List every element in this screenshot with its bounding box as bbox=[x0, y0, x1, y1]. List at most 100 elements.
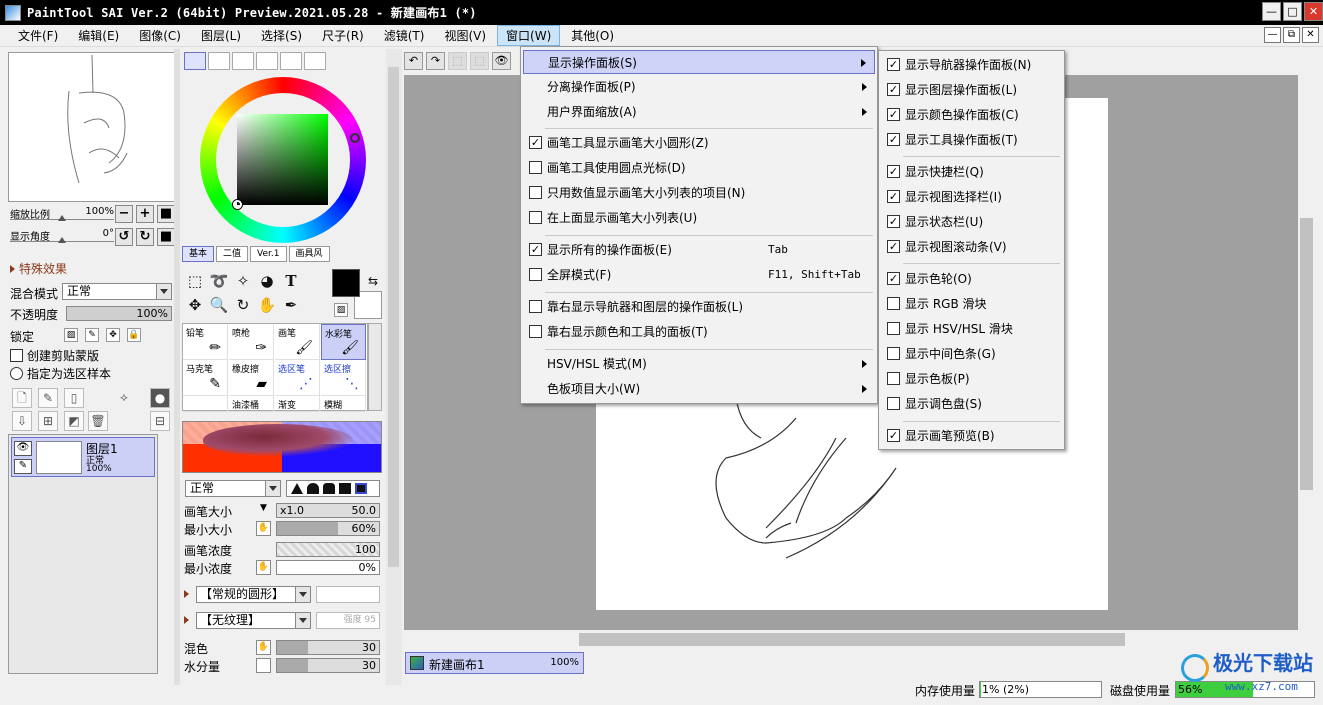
lasso-icon[interactable]: ➰ bbox=[208, 271, 230, 293]
panel-menu-item[interactable]: ✓ 显示导航器操作面板(N) bbox=[881, 53, 1062, 77]
shape-pointed-icon[interactable] bbox=[291, 483, 303, 494]
scratchpad-tab-icon[interactable] bbox=[304, 52, 326, 70]
brush-airbrush[interactable]: 喷枪 ✑ bbox=[229, 324, 274, 360]
brush-shape-strength[interactable] bbox=[316, 586, 380, 603]
panel-menu-item[interactable]: ✓ 显示视图滚动条(V) bbox=[881, 235, 1062, 259]
panel-menu-item[interactable]: ✓ 显示状态栏(U) bbox=[881, 210, 1062, 234]
menu-window[interactable]: 窗口(W) bbox=[497, 25, 561, 46]
clipping-mask-checkbox[interactable]: 创建剪贴蒙版 bbox=[10, 347, 99, 364]
tab-art-style[interactable]: 画具风 bbox=[288, 246, 330, 262]
min-size-slider[interactable]: 60% bbox=[276, 521, 380, 536]
layer-transform-icon[interactable]: ⟡ bbox=[114, 388, 134, 408]
panel-menu-item[interactable]: 显示调色盘(S) bbox=[881, 392, 1062, 416]
doc-restore-button[interactable]: ⧉ bbox=[1283, 27, 1300, 43]
chevron-down-icon[interactable]: ▼ bbox=[260, 503, 267, 513]
brush-selection-pen[interactable]: 选区笔 ⋰ bbox=[275, 360, 320, 396]
panel-menu-item[interactable]: 显示 RGB 滑块 bbox=[881, 292, 1062, 316]
brush-brush[interactable]: 画笔 🖌 bbox=[275, 324, 320, 360]
canvas-horizontal-scrollbar[interactable] bbox=[404, 631, 1298, 648]
zoom-slider[interactable]: 缩放比例 100% bbox=[10, 206, 114, 224]
window-menu-item[interactable]: 在上面显示画笔大小列表(U) bbox=[523, 206, 875, 230]
apply-mask-icon[interactable]: ⊟ bbox=[150, 411, 170, 431]
selection-source-radio[interactable]: 指定为选区样本 bbox=[10, 365, 111, 382]
invert-selection-icon[interactable]: ⬚ bbox=[470, 52, 489, 70]
merge-down-icon[interactable]: ⊞ bbox=[38, 411, 58, 431]
brush-mode-select[interactable]: 正常 bbox=[185, 480, 281, 497]
panel-menu-item[interactable]: 显示色板(P) bbox=[881, 367, 1062, 391]
menu-ruler[interactable]: 尺子(R) bbox=[313, 25, 373, 46]
minimize-button[interactable]: — bbox=[1262, 2, 1281, 21]
text-tool-icon[interactable]: T bbox=[280, 271, 302, 293]
menu-layer[interactable]: 图层(L) bbox=[192, 25, 250, 46]
panel-menu-item[interactable]: ✓ 显示画笔预览(B) bbox=[881, 424, 1062, 448]
hand-icon[interactable]: ✋ bbox=[256, 295, 278, 317]
window-menu-item[interactable]: 靠右显示颜色和工具的面板(T) bbox=[523, 320, 875, 344]
panel-menu-item[interactable]: 显示 HSV/HSL 滑块 bbox=[881, 317, 1062, 341]
pressure-lock-icon[interactable]: ✋ bbox=[256, 560, 271, 575]
color-wheel[interactable] bbox=[200, 77, 366, 243]
window-menu-item[interactable]: 靠右显示导航器和图层的操作面板(L) bbox=[523, 295, 875, 319]
panel-menu-item[interactable]: 显示中间色条(G) bbox=[881, 342, 1062, 366]
water-slider[interactable]: 30 bbox=[276, 658, 380, 673]
pen-icon[interactable]: ✎ bbox=[14, 459, 32, 474]
lock-move-icon[interactable]: ✥ bbox=[106, 328, 120, 342]
rotate-left-icon[interactable]: ↺ bbox=[115, 228, 133, 246]
window-menu-item[interactable]: HSV/HSL 模式(M) bbox=[523, 352, 875, 376]
hue-marker[interactable] bbox=[350, 133, 360, 143]
menu-edit[interactable]: 编辑(E) bbox=[69, 25, 128, 46]
rotate-reset-icon[interactable]: ■ bbox=[157, 228, 175, 246]
layer-mask-icon[interactable]: ● bbox=[150, 388, 170, 408]
menu-select[interactable]: 选择(S) bbox=[252, 25, 311, 46]
undo-icon[interactable]: ↶ bbox=[404, 52, 423, 70]
pressure-lock-icon[interactable]: ✋ bbox=[256, 521, 271, 536]
window-menu-item[interactable]: 用户界面缩放(A) bbox=[523, 100, 875, 124]
lock-all-icon[interactable]: 🔒 bbox=[127, 328, 141, 342]
swap-colors-icon[interactable]: ⇆ bbox=[362, 271, 384, 293]
angle-slider[interactable]: 显示角度 0° bbox=[10, 228, 114, 246]
clear-layer-icon[interactable]: ◩ bbox=[64, 411, 84, 431]
brush-grid-scrollbar[interactable] bbox=[368, 323, 382, 411]
blend-mode-select[interactable]: 正常 bbox=[62, 283, 172, 300]
brush-blur[interactable]: 模糊 bbox=[321, 396, 366, 412]
canvas-vertical-scrollbar[interactable] bbox=[1298, 75, 1315, 630]
rgb-slider-tab-icon[interactable] bbox=[208, 52, 230, 70]
panel-menu-item[interactable]: ✓ 显示颜色操作面板(C) bbox=[881, 103, 1062, 127]
shape-icon[interactable]: ◕ bbox=[256, 271, 278, 293]
rotate-icon[interactable]: ↻ bbox=[232, 295, 254, 317]
brush-eraser[interactable]: 橡皮擦 ▰ bbox=[229, 360, 274, 396]
maximize-button[interactable]: □ bbox=[1283, 2, 1302, 21]
navigator-preview[interactable] bbox=[8, 52, 176, 202]
panel-menu-item[interactable]: ✓ 显示色轮(O) bbox=[881, 267, 1062, 291]
color-wheel-tab-icon[interactable] bbox=[184, 52, 206, 70]
brush-shape-select[interactable]: 【常规的圆形】 bbox=[196, 586, 311, 603]
delete-layer-icon[interactable]: 🗑 bbox=[88, 411, 108, 431]
menu-image[interactable]: 图像(C) bbox=[130, 25, 190, 46]
brush-marker[interactable]: 马克笔 ✎ bbox=[183, 360, 228, 396]
menu-other[interactable]: 其他(O) bbox=[562, 25, 623, 46]
lock-transparency-icon[interactable]: ▨ bbox=[64, 328, 78, 342]
brush-watercolor[interactable]: 水彩笔 🖌 bbox=[321, 324, 366, 360]
shape-square-icon[interactable] bbox=[355, 483, 367, 494]
transfer-down-icon[interactable]: ⇩ bbox=[12, 411, 32, 431]
scrollbar-thumb[interactable] bbox=[388, 67, 399, 567]
magic-wand-icon[interactable]: ✧ bbox=[232, 271, 254, 293]
window-menu-item[interactable]: 分离操作面板(P) bbox=[523, 75, 875, 99]
window-menu-item[interactable]: ✓ 显示所有的操作面板(E) Tab bbox=[523, 238, 875, 262]
brush-texture-select[interactable]: 【无纹理】 bbox=[196, 612, 311, 629]
shape-soft-icon[interactable] bbox=[323, 483, 335, 494]
brush-bucket[interactable]: 油漆桶 bbox=[229, 396, 274, 412]
new-linework-layer-icon[interactable]: ✎ bbox=[38, 388, 58, 408]
window-menu-item[interactable]: ✓ 画笔工具显示画笔大小圆形(Z) bbox=[523, 131, 875, 155]
window-menu-item[interactable]: 只用数值显示画笔大小列表的项目(N) bbox=[523, 181, 875, 205]
brush-gradient[interactable]: 渐变 bbox=[275, 396, 320, 412]
saturation-value-square[interactable] bbox=[237, 114, 328, 205]
density-slider[interactable]: 100 bbox=[276, 542, 380, 557]
eyedropper-icon[interactable]: ✒ bbox=[280, 295, 302, 317]
angle-thumb[interactable] bbox=[58, 237, 66, 243]
shape-round-icon[interactable] bbox=[307, 483, 319, 494]
close-button[interactable]: ✕ bbox=[1304, 2, 1323, 21]
eye-icon[interactable]: 👁 bbox=[14, 441, 32, 456]
zoom-in-icon[interactable]: + bbox=[136, 205, 154, 223]
panel-menu-item[interactable]: ✓ 显示工具操作面板(T) bbox=[881, 128, 1062, 152]
new-layer-icon[interactable]: 🗋 bbox=[12, 388, 32, 408]
